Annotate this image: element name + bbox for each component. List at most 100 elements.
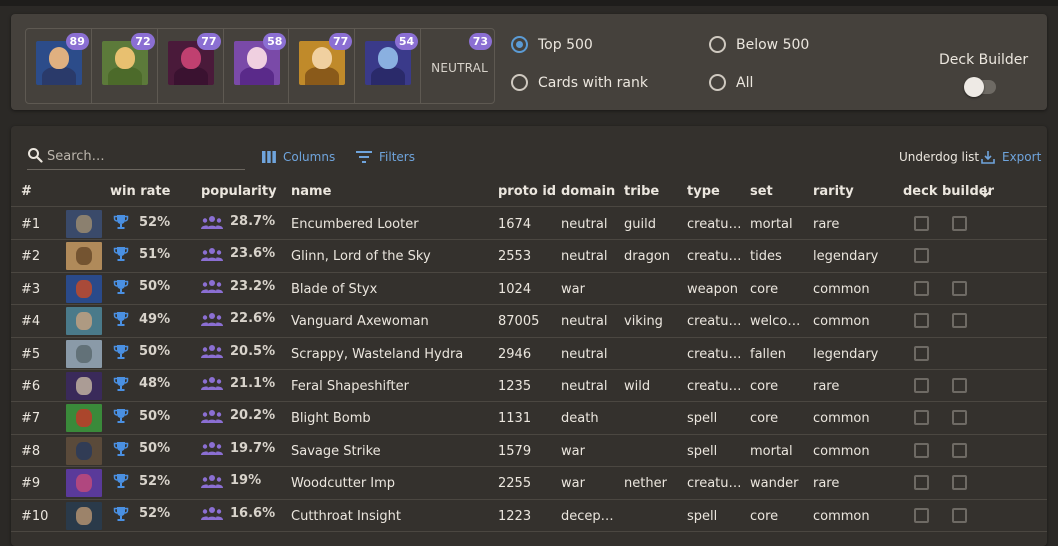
proto-id-cell: 2255	[498, 476, 532, 492]
proto-id-cell: 1579	[498, 443, 532, 459]
export-button[interactable]: Export	[981, 150, 1041, 164]
card-name-cell[interactable]: Feral Shapeshifter	[291, 379, 409, 394]
deck-builder-checkbox-1[interactable]	[914, 248, 929, 264]
proto-id-cell: 1235	[498, 378, 532, 394]
table-row[interactable]: #6 48% 21.1% Feral Shapeshifter 1235 neutral w…	[11, 370, 1047, 403]
card-name-cell[interactable]: Vanguard Axewoman	[291, 314, 429, 329]
col-header-rank[interactable]: #	[21, 184, 32, 199]
table-row[interactable]: #8 50% 19.7% Savage Strike 1579 war spell morta…	[11, 435, 1047, 468]
deck-builder-checkbox-2[interactable]	[952, 410, 967, 426]
proto-id-cell: 2553	[498, 249, 532, 265]
col-header-proto-id[interactable]: proto id	[498, 184, 556, 199]
radio-all-indicator[interactable]	[709, 74, 726, 91]
proto-id-cell: 2946	[498, 346, 532, 362]
table-row[interactable]: #2 51% 23.6% Glinn, Lord of the Sky 2553 neut…	[11, 240, 1047, 273]
god-filter-6[interactable]: 54	[355, 29, 422, 103]
table-row[interactable]: #4 49% 22.6% Vanguard Axewoman 87005 neutral v…	[11, 305, 1047, 338]
table-row[interactable]: #9 52% 19% Woodcutter Imp 2255 war nether creat…	[11, 467, 1047, 500]
search-input[interactable]	[47, 146, 243, 166]
col-header-name[interactable]: name	[291, 184, 331, 199]
rank-cell: #10	[21, 508, 49, 524]
col-header-popularity[interactable]: popularity	[201, 184, 277, 199]
trophy-icon	[113, 344, 129, 359]
god-filter-2[interactable]: 72	[92, 29, 158, 103]
card-name-cell[interactable]: Encumbered Looter	[291, 217, 419, 232]
card-art-thumbnail	[66, 242, 102, 271]
set-cell: wander	[750, 476, 799, 492]
deck-builder-checkbox-1[interactable]	[914, 280, 929, 296]
underdog-list-link[interactable]: Underdog list	[899, 150, 979, 164]
radio-top-500[interactable]: Top 500	[511, 36, 593, 53]
win-rate-cell: 52%	[113, 506, 170, 522]
toggle-knob[interactable]	[964, 77, 984, 97]
col-header-rarity[interactable]: rarity	[813, 184, 854, 199]
radio-below-500[interactable]: Below 500	[709, 36, 809, 53]
deck-builder-checkbox-2[interactable]	[952, 507, 967, 523]
deck-builder-checkbox-1[interactable]	[914, 475, 929, 491]
deck-builder-checkbox-1[interactable]	[914, 507, 929, 523]
god-selector: 89 72 77 58 77 54 NEUTRAL 73	[25, 28, 495, 104]
card-art-thumbnail	[66, 307, 102, 336]
deck-builder-checkbox-1[interactable]	[914, 313, 929, 329]
deck-builder-checkbox-1[interactable]	[914, 410, 929, 426]
rarity-cell: common	[813, 411, 870, 427]
filter-panel: 89 72 77 58 77 54 NEUTRAL 73 Top 500 Below 500 …	[11, 14, 1047, 110]
god-filter-5[interactable]: 77	[289, 29, 356, 103]
popularity-value: 22.6%	[230, 311, 276, 327]
deck-builder-label: Deck Builder	[939, 52, 1029, 68]
type-cell: creatu…	[687, 249, 742, 265]
table-row[interactable]: #10 52% 16.6% Cutthroat Insight 1223 decep… sp…	[11, 500, 1047, 532]
god-filter-neutral[interactable]: NEUTRAL 73	[421, 29, 494, 103]
radio-cards-with-rank[interactable]: Cards with rank	[511, 74, 648, 91]
card-name-cell[interactable]: Scrappy, Wasteland Hydra	[291, 347, 463, 362]
deck-builder-toggle[interactable]	[964, 77, 996, 97]
card-name-cell[interactable]: Cutthroat Insight	[291, 509, 401, 524]
deck-builder-checkbox-2[interactable]	[952, 442, 967, 458]
table-row[interactable]: #1 52% 28.7% Encumbered Looter 1674 neutral gu…	[11, 208, 1047, 241]
radio-cards-with-rank-indicator[interactable]	[511, 74, 528, 91]
col-header-win-rate[interactable]: win rate	[110, 184, 170, 199]
deck-builder-checkbox-1[interactable]	[914, 216, 929, 231]
table-row[interactable]: #5 50% 20.5% Scrappy, Wasteland Hydra 2946 ne…	[11, 338, 1047, 370]
deck-builder-checkbox-2[interactable]	[952, 280, 967, 296]
domain-cell: decep…	[561, 508, 614, 524]
god-filter-1[interactable]: 89	[26, 29, 92, 103]
rarity-cell: common	[813, 443, 870, 459]
columns-button[interactable]: Columns	[262, 150, 335, 164]
table-row[interactable]: #7 50% 20.2% Blight Bomb 1131 death spell core c…	[11, 402, 1047, 435]
god-filter-3[interactable]: 77	[158, 29, 224, 103]
deck-builder-checkbox-2[interactable]	[952, 377, 967, 393]
people-icon	[201, 474, 223, 488]
domain-cell: war	[561, 443, 585, 459]
card-name-cell[interactable]: Blade of Styx	[291, 282, 377, 297]
deck-builder-checkbox-1[interactable]	[914, 442, 929, 458]
radio-all[interactable]: All	[709, 74, 753, 91]
radio-below-500-indicator[interactable]	[709, 36, 726, 53]
col-header-type[interactable]: type	[687, 184, 720, 199]
col-header-tribe[interactable]: tribe	[624, 184, 659, 199]
card-name-cell[interactable]: Savage Strike	[291, 444, 381, 459]
god-card-count-badge: 72	[131, 33, 155, 50]
col-header-set[interactable]: set	[750, 184, 773, 199]
deck-builder-checkbox-2[interactable]	[952, 216, 967, 231]
card-name-cell[interactable]: Glinn, Lord of the Sky	[291, 249, 431, 264]
win-rate-cell: 50%	[113, 408, 170, 424]
card-name-cell[interactable]: Blight Bomb	[291, 411, 371, 426]
card-name-cell[interactable]: Woodcutter Imp	[291, 476, 395, 491]
radio-top-500-indicator[interactable]	[511, 36, 528, 53]
col-header-domain[interactable]: domain	[561, 184, 615, 199]
radio-below-500-label: Below 500	[736, 36, 810, 53]
table-row[interactable]: #3 50% 23.2% Blade of Styx 1024 war weapon core…	[11, 273, 1047, 306]
deck-builder-checkbox-2[interactable]	[952, 313, 967, 329]
filters-button[interactable]: Filters	[356, 150, 415, 164]
search-icon	[28, 148, 43, 163]
deck-builder-checkbox-2[interactable]	[952, 475, 967, 491]
sort-arrow-down-icon[interactable]	[979, 185, 991, 198]
deck-builder-checkbox-1[interactable]	[914, 345, 929, 361]
card-art-thumbnail	[66, 404, 102, 433]
god-filter-4[interactable]: 58	[224, 29, 290, 103]
people-icon	[201, 215, 223, 229]
popularity-value: 19.7%	[230, 440, 276, 456]
set-cell: tides	[750, 249, 782, 265]
deck-builder-checkbox-1[interactable]	[914, 377, 929, 393]
